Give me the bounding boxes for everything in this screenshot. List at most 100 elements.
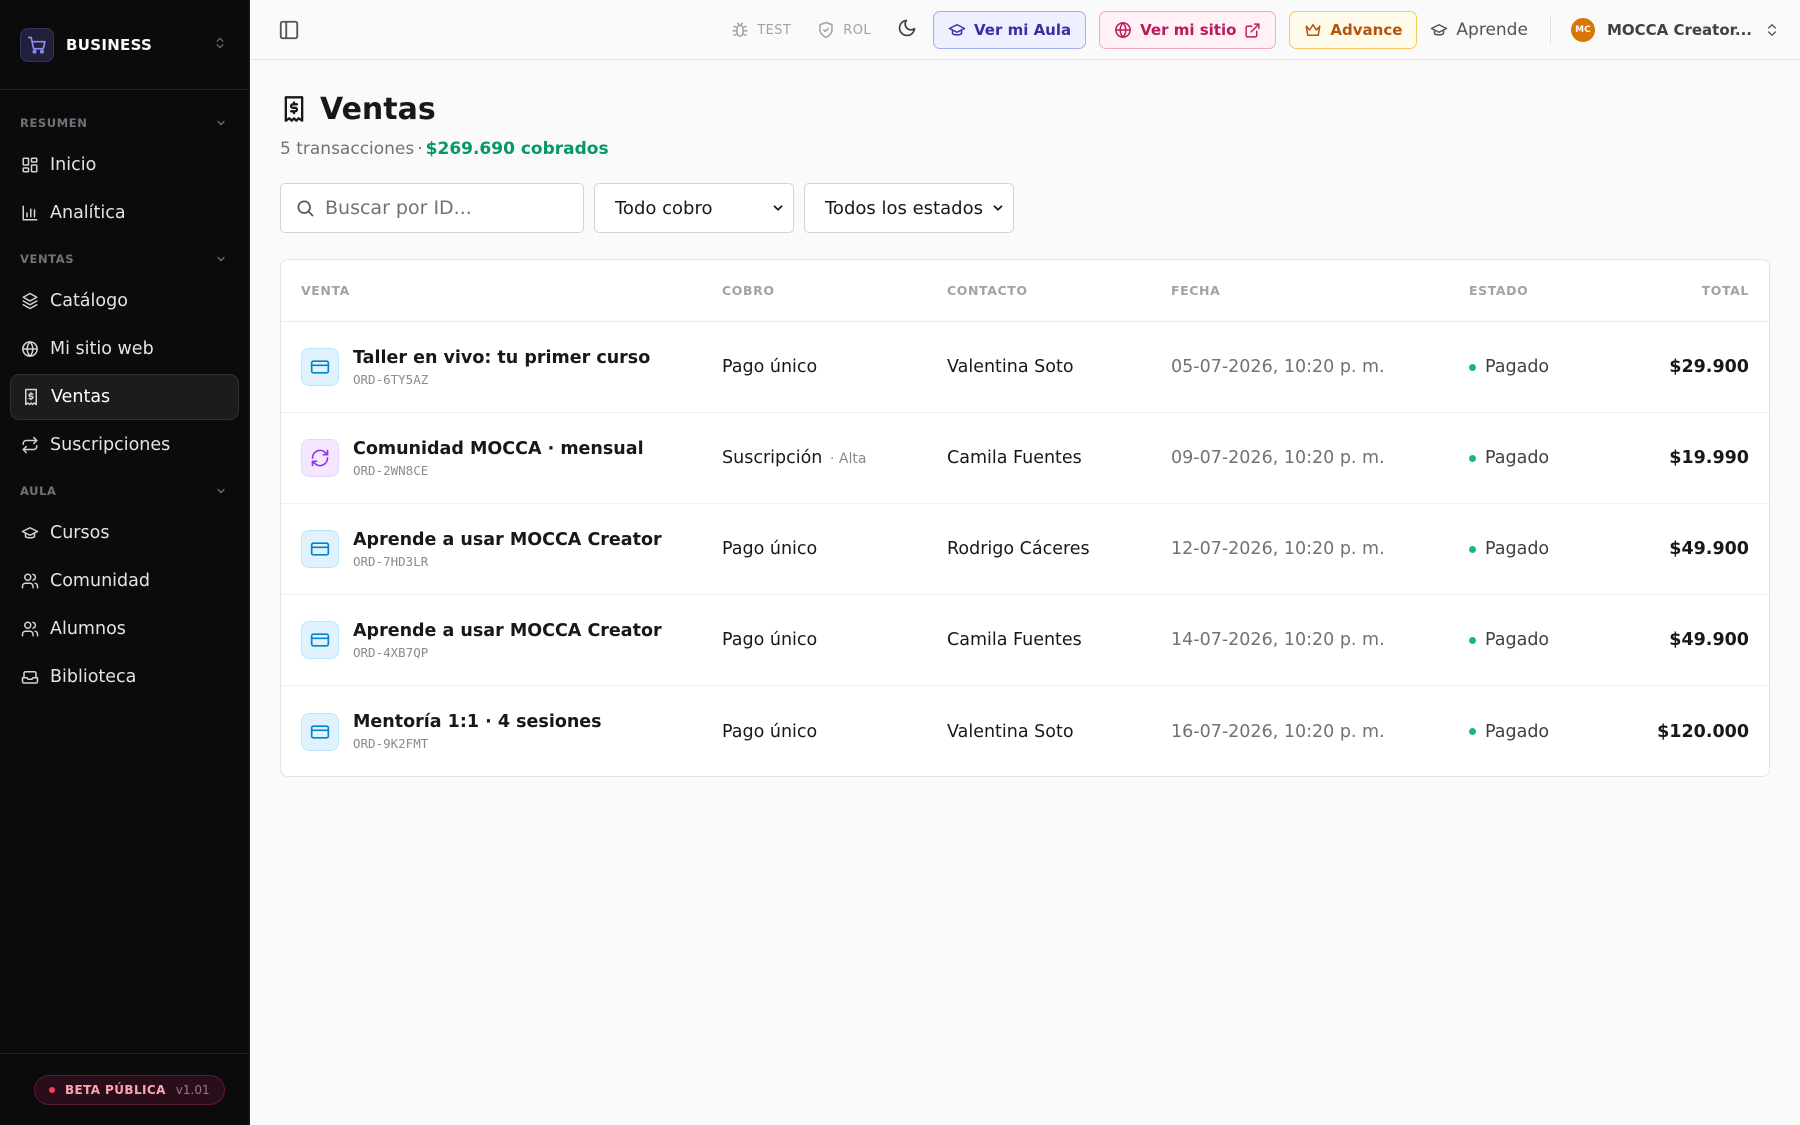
table-row[interactable]: Aprende a usar MOCCA Creator ORD-4XB7QP … [281,595,1769,686]
sidebar-nav: RESUMEN Inicio Analítica VENTAS Catálogo [0,90,249,700]
search-box [280,183,584,233]
contact-cell: Camila Fuentes [947,630,1082,650]
transactions-count: 5 transacciones [280,139,415,159]
role-label: ROL [843,22,871,38]
cobro-type: Pago único [722,721,818,742]
panel-left-icon[interactable] [278,19,300,45]
sidebar-item-biblioteca[interactable]: Biblioteca [10,654,239,700]
sidebar-item-comunidad[interactable]: Comunidad [10,558,239,604]
chevron-down-icon [773,205,783,211]
aprende-link[interactable]: Aprende [1430,15,1551,45]
column-header-cobro: COBRO [722,283,775,298]
search-input[interactable] [325,197,565,219]
sidebar-item-alumnos[interactable]: Alumnos [10,606,239,652]
table-row[interactable]: Aprende a usar MOCCA Creator ORD-7HD3LR … [281,504,1769,595]
ver-aula-button[interactable]: Ver mi Aula [933,11,1087,49]
ver-aula-label: Ver mi Aula [974,21,1072,39]
credit-card-icon [301,621,339,659]
sidebar-item-analitica[interactable]: Analítica [10,190,239,236]
ver-sitio-button[interactable]: Ver mi sitio [1099,11,1277,49]
cobro-cell: Pago único [722,630,947,650]
aprende-label: Aprende [1456,20,1528,40]
status-dot [1469,363,1476,371]
order-id: ORD-2WN8CE [353,462,429,478]
order-id: ORD-7HD3LR [353,553,429,569]
total-cell: $19.990 [1669,448,1749,468]
estado-filter-value: Todos los estados [825,197,983,219]
cobro-extra: · Alta [829,451,867,467]
status-dot [1469,454,1476,462]
product-name: Aprende a usar MOCCA Creator [353,620,662,641]
workspace-name: BUSINESS [66,35,153,54]
cobro-type: Pago único [722,357,818,377]
sidebar-item-label: Analítica [50,203,126,223]
sidebar-item-label: Catálogo [50,291,128,311]
test-mode-toggle[interactable]: TEST [731,21,791,39]
bug-icon [732,22,748,37]
external-link-icon [1245,22,1260,38]
credit-card-icon [301,530,339,568]
cobro-filter-select[interactable]: Todo cobro [594,183,794,233]
total-cell: $120.000 [1657,721,1749,742]
product-name: Comunidad MOCCA · mensual [353,438,644,459]
page-summary: 5 transacciones · $269.690 cobrados [280,139,1770,159]
sales-table: VENTA COBRO CONTACTO FECHA ESTADO TOTAL … [280,259,1770,777]
sidebar-item-catalogo[interactable]: Catálogo [10,278,239,324]
sidebar-item-ventas[interactable]: Ventas [10,374,239,420]
advance-plan-button[interactable]: Advance [1289,11,1418,49]
cobro-type: Suscripción [722,448,823,468]
section-resumen[interactable]: RESUMEN [0,106,249,140]
account-menu[interactable]: MC MOCCA Creator... [1570,18,1780,42]
section-aula[interactable]: AULA [0,474,249,508]
role-toggle[interactable]: ROL [817,21,871,39]
main-content: Ventas 5 transacciones · $269.690 cobrados… [280,60,1770,777]
sale-cell: Taller en vivo: tu primer curso ORD-6TY5… [281,348,722,387]
chevron-down-icon [217,120,225,126]
contact-cell: Rodrigo Cáceres [947,539,1090,559]
topbar: TEST ROL Ver mi Aula Ver mi sitio Advanc… [250,0,1800,60]
status-dot [1469,728,1476,735]
date-cell: 09-07-2026, 10:20 p. m. [1171,448,1385,468]
status-cell: Pagado [1469,630,1617,650]
moon-icon[interactable] [897,18,917,42]
table-row[interactable]: Mentoría 1:1 · 4 sesiones ORD-9K2FMT Pag… [281,686,1769,776]
receipt-icon [284,96,304,122]
status-cell: Pagado [1469,357,1617,377]
chevron-down-icon [217,488,225,494]
sale-cell: Aprende a usar MOCCA Creator ORD-4XB7QP [281,621,722,660]
cobro-cell: Pago único [722,357,947,377]
filters-bar: Todo cobro Todos los estados [280,183,1770,233]
column-header-fecha: FECHA [1171,283,1221,298]
date-cell: 12-07-2026, 10:20 p. m. [1171,539,1385,559]
sidebar-item-inicio[interactable]: Inicio [10,142,239,188]
chevron-down-icon [993,205,1003,211]
sidebar-item-label: Comunidad [50,571,150,591]
sidebar-item-suscripciones[interactable]: Suscripciones [10,422,239,468]
cobro-type: Pago único [722,630,818,650]
page-title: Ventas [320,91,436,127]
sidebar-item-sitio[interactable]: Mi sitio web [10,326,239,372]
test-label: TEST [757,22,792,38]
graduation-cap-icon [948,24,966,36]
section-ventas[interactable]: VENTAS [0,242,249,276]
status-cell: Pagado [1469,448,1617,468]
order-id: ORD-4XB7QP [353,644,429,660]
workspace-switcher[interactable]: BUSINESS [0,0,249,90]
table-row[interactable]: Comunidad MOCCA · mensual ORD-2WN8CE Sus… [281,413,1769,504]
beta-badge: BETA PÚBLICA v1.01 [34,1074,225,1105]
chevron-down-icon [217,256,225,262]
contact-cell: Valentina Soto [947,721,1074,742]
estado-filter-select[interactable]: Todos los estados [804,183,1014,233]
column-header-estado: ESTADO [1469,283,1529,298]
sidebar-item-label: Inicio [50,155,97,175]
table-header: VENTA COBRO CONTACTO FECHA ESTADO TOTAL [281,260,1769,322]
chevrons-up-down-icon [213,35,227,54]
date-cell: 05-07-2026, 10:20 p. m. [1171,357,1385,377]
sidebar-item-cursos[interactable]: Cursos [10,510,239,556]
total-cell: $29.900 [1669,357,1749,377]
table-row[interactable]: Taller en vivo: tu primer curso ORD-6TY5… [281,322,1769,413]
boxes-icon [20,291,40,311]
shield-check-icon [819,21,834,39]
summary-separator: · [417,139,423,159]
sidebar-item-label: Alumnos [50,619,126,639]
